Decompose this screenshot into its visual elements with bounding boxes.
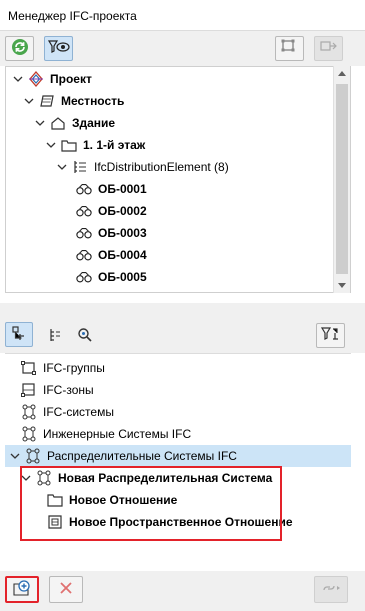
tree-node-ifc-zones[interactable]: IFC-зоны [21, 379, 94, 401]
tree-label: IFC-системы [43, 405, 114, 419]
zone-icon [21, 382, 37, 398]
window-title: Менеджер IFC-проекта [8, 9, 137, 23]
element-icon [76, 247, 92, 263]
add-node-icon [13, 579, 31, 600]
tree-label: ОБ-0005 [98, 270, 147, 284]
add-new-button[interactable] [5, 576, 39, 603]
element-icon [76, 203, 92, 219]
chevron-down-icon[interactable] [56, 161, 68, 173]
property-toolbar [0, 317, 365, 353]
tree-label: Инженерные Системы IFC [43, 427, 192, 441]
tree-list-icon [48, 328, 62, 345]
element-icon [76, 181, 92, 197]
hierarchy-icon [11, 325, 27, 344]
tree-label: Проект [50, 72, 92, 86]
tree-label: 1. 1-й этаж [83, 138, 146, 152]
highlight-frame [20, 466, 282, 541]
hierarchy-view-button[interactable] [5, 322, 33, 347]
refresh-button[interactable] [5, 36, 34, 61]
element-icon [76, 269, 92, 285]
link-icon [321, 581, 341, 598]
tree-node-engineering-systems[interactable]: Инженерные Системы IFC [21, 423, 191, 445]
chevron-down-icon[interactable] [9, 450, 21, 462]
tree-node-site[interactable]: Местность [23, 90, 124, 112]
title-bar: Менеджер IFC-проекта [0, 0, 365, 31]
group-icon [21, 360, 37, 376]
tree-node-element[interactable]: ОБ-0004 [76, 244, 147, 266]
tree-label: IFC-зоны [43, 383, 94, 397]
node-connect-button[interactable] [314, 36, 343, 61]
project-icon [28, 71, 44, 87]
tree-node-ifc-groups[interactable]: IFC-группы [21, 357, 105, 379]
tree-scrollbar[interactable] [333, 66, 350, 293]
building-icon [50, 115, 66, 131]
tree-view-button[interactable] [44, 325, 66, 347]
tree-label: ОБ-0002 [98, 204, 147, 218]
system-icon [25, 448, 41, 464]
list-icon [72, 159, 88, 175]
refresh-icon [11, 38, 29, 59]
tree-node-distribution[interactable]: IfcDistributionElement (8) [56, 156, 229, 178]
chevron-down-icon[interactable] [12, 73, 24, 85]
splitter[interactable] [0, 303, 365, 317]
scroll-down-icon[interactable] [338, 283, 346, 288]
tree-label: ОБ-0003 [98, 226, 147, 240]
close-icon [59, 581, 73, 598]
tree-label: Распределительные Системы IFC [47, 449, 237, 463]
tree-node-element[interactable]: ОБ-0002 [76, 200, 147, 222]
delete-button[interactable] [49, 576, 83, 603]
tree-node-element[interactable]: ОБ-0003 [76, 222, 147, 244]
tree-label: IfcDistributionElement (8) [94, 160, 229, 174]
filter-view-button[interactable] [44, 36, 73, 61]
tree-node-element[interactable]: ОБ-0005 [76, 266, 147, 288]
tree-node-project[interactable]: Проект [12, 68, 92, 90]
element-icon [76, 225, 92, 241]
storey-icon [61, 137, 77, 153]
link-menu-button[interactable] [314, 576, 348, 603]
search-icon [77, 327, 93, 346]
filter-view-icon [47, 39, 70, 58]
spatial-tree-panel[interactable]: Проект Местность Здание 1. 1-й этаж IfcD… [5, 66, 351, 293]
node-select-icon [281, 39, 299, 58]
system-icon [21, 426, 37, 442]
tree-node-distribution-systems[interactable]: Распределительные Системы IFC [5, 445, 351, 467]
filter-tree-icon [320, 326, 341, 345]
chevron-down-icon[interactable] [34, 117, 46, 129]
search-button[interactable] [74, 325, 96, 347]
chevron-down-icon[interactable] [23, 95, 35, 107]
system-icon [21, 404, 37, 420]
tree-label: ОБ-0001 [98, 182, 147, 196]
tree-label: ОБ-0004 [98, 248, 147, 262]
bottom-toolbar [0, 571, 365, 611]
scroll-thumb[interactable] [336, 84, 348, 274]
tree-node-ifc-systems[interactable]: IFC-системы [21, 401, 114, 423]
tree-label: Местность [61, 94, 125, 108]
node-select-button[interactable] [275, 36, 304, 61]
tree-label: IFC-группы [43, 361, 105, 375]
filter-tree-button[interactable] [316, 323, 345, 348]
tree-node-element[interactable]: ОБ-0001 [76, 178, 147, 200]
site-icon [39, 93, 55, 109]
chevron-down-icon[interactable] [45, 139, 57, 151]
scroll-up-icon[interactable] [338, 71, 346, 76]
tree-node-building[interactable]: Здание [34, 112, 115, 134]
tree-label: Здание [72, 116, 116, 130]
node-connect-icon [319, 39, 338, 58]
tree-node-storey[interactable]: 1. 1-й этаж [45, 134, 145, 156]
top-toolbar [0, 31, 365, 66]
